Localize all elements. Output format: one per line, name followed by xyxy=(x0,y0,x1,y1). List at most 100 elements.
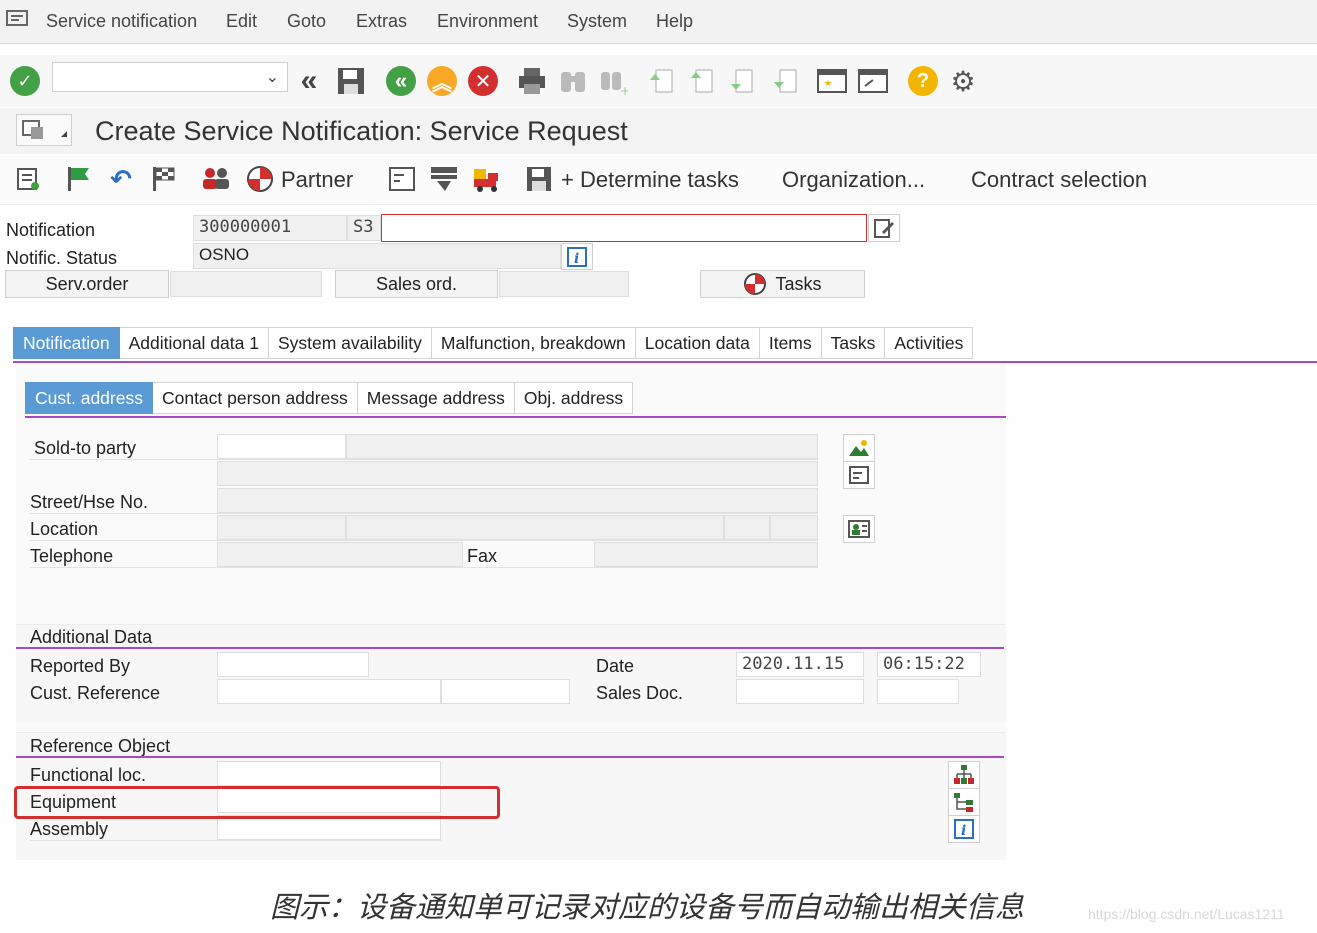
display-picture-icon[interactable] xyxy=(843,434,875,462)
country-field xyxy=(724,515,770,540)
tasks-button-label: Tasks xyxy=(775,273,822,294)
tab-notification[interactable]: Notification xyxy=(13,327,120,359)
tab-activities[interactable]: Activities xyxy=(885,327,974,359)
sales-doc-input[interactable] xyxy=(736,679,864,704)
subtab-cust-address[interactable]: Cust. address xyxy=(25,382,153,414)
tab-tasks[interactable]: Tasks xyxy=(821,327,886,359)
undo-icon[interactable]: ↶ xyxy=(105,163,137,195)
other-object-button[interactable] xyxy=(16,114,72,146)
find-icon[interactable] xyxy=(556,64,590,98)
address-details-icon[interactable] xyxy=(843,461,875,489)
status-field: OSNO xyxy=(193,243,561,269)
previous-page-icon[interactable] xyxy=(686,64,720,98)
find-next-icon[interactable]: + xyxy=(596,64,630,98)
first-page-icon[interactable] xyxy=(644,64,678,98)
sold-to-party-label: Sold-to party xyxy=(34,438,137,458)
tab-items[interactable]: Items xyxy=(759,327,822,359)
watermark: https://blog.csdn.net/Lucas1211 xyxy=(1088,906,1285,922)
tab-malfunction-breakdown[interactable]: Malfunction, breakdown xyxy=(431,327,636,359)
tab-system-availability[interactable]: System availability xyxy=(268,327,432,359)
menu-icon[interactable] xyxy=(6,10,30,28)
green-flag-icon[interactable] xyxy=(62,163,94,195)
organization-button[interactable]: Organization... xyxy=(782,167,925,193)
title-bar: Create Service Notification: Service Req… xyxy=(0,108,1317,154)
sales-doc-label: Sales Doc. xyxy=(596,683,684,703)
back-icon[interactable]: « xyxy=(384,64,418,98)
object-info-icon[interactable]: i xyxy=(948,815,980,843)
sales-ord-button[interactable]: Sales ord. xyxy=(335,270,498,298)
print-icon[interactable] xyxy=(515,64,549,98)
contract-selection-button[interactable]: Contract selection xyxy=(971,167,1147,193)
back-double-icon[interactable]: « xyxy=(292,64,326,98)
menu-help[interactable]: Help xyxy=(656,11,693,32)
command-field[interactable]: ⌄ xyxy=(52,62,288,92)
cancel-icon[interactable]: ✕ xyxy=(466,64,500,98)
sales-doc-item-input[interactable] xyxy=(877,679,959,704)
reference-object-heading: Reference Object xyxy=(30,736,171,756)
partner-icon[interactable] xyxy=(244,163,276,195)
cust-reference-input[interactable] xyxy=(217,679,441,704)
partners-icon[interactable] xyxy=(200,163,232,195)
notification-number-field[interactable]: 300000001 xyxy=(193,215,347,241)
determine-tasks-button[interactable]: + Determine tasks xyxy=(561,167,739,193)
street-label: Street/Hse No. xyxy=(30,492,149,512)
row-divider xyxy=(30,840,441,841)
description-input[interactable] xyxy=(381,214,867,242)
status-info-icon[interactable]: i xyxy=(561,243,593,270)
structure-hierarchy-icon[interactable] xyxy=(948,761,980,789)
structure-list-icon[interactable] xyxy=(948,788,980,816)
menu-goto[interactable]: Goto xyxy=(287,11,326,32)
create-session-icon[interactable] xyxy=(815,64,849,98)
help-icon[interactable]: ? xyxy=(906,64,940,98)
filter-icon[interactable] xyxy=(428,163,460,195)
row-divider xyxy=(30,567,818,568)
serv-order-field[interactable] xyxy=(170,271,322,297)
subtab-contact-person-address[interactable]: Contact person address xyxy=(152,382,358,414)
reference-object-underline xyxy=(16,756,1004,758)
menu-extras[interactable]: Extras xyxy=(356,11,407,32)
svg-text:+: + xyxy=(620,84,628,96)
page-title: Create Service Notification: Service Req… xyxy=(95,116,628,146)
contact-card-icon[interactable] xyxy=(843,515,875,543)
save-template-icon[interactable] xyxy=(523,163,555,195)
telephone-label: Telephone xyxy=(30,546,114,566)
menu-service-notification[interactable]: Service notification xyxy=(46,11,197,32)
chevron-down-icon[interactable]: ⌄ xyxy=(266,67,279,87)
sold-to-party-input[interactable] xyxy=(217,434,346,459)
cust-reference-date-input[interactable] xyxy=(441,679,570,704)
date-input[interactable]: 2020.11.15 xyxy=(736,652,864,677)
notification-type-field[interactable]: S3 xyxy=(347,215,381,241)
subtab-obj-address[interactable]: Obj. address xyxy=(514,382,634,414)
form-icon[interactable] xyxy=(386,163,418,195)
assembly-label: Assembly xyxy=(30,819,109,839)
overview-icon[interactable] xyxy=(12,163,44,195)
partner-button[interactable]: Partner xyxy=(281,167,353,193)
time-input[interactable]: 06:15:22 xyxy=(877,652,981,677)
subtab-message-address[interactable]: Message address xyxy=(357,382,515,414)
delivery-truck-icon[interactable] xyxy=(472,163,504,195)
reported-by-input[interactable] xyxy=(217,652,369,677)
serv-order-button[interactable]: Serv.order xyxy=(5,270,169,298)
checkered-flag-icon[interactable] xyxy=(147,163,179,195)
location-label: Location xyxy=(30,519,99,539)
sales-ord-field[interactable] xyxy=(499,271,629,297)
long-text-edit-icon[interactable] xyxy=(868,214,900,242)
address-subtabs: Cust. address Contact person address Mes… xyxy=(25,382,634,414)
sold-to-party-name-field xyxy=(346,434,818,459)
tab-location-data[interactable]: Location data xyxy=(635,327,760,359)
shortcut-icon[interactable] xyxy=(856,64,890,98)
enter-icon[interactable]: ✓ xyxy=(8,64,42,98)
application-toolbar: ↶ Partner + Determine tasks Organization… xyxy=(0,155,1317,205)
exit-icon[interactable]: ︽ xyxy=(425,64,459,98)
menu-environment[interactable]: Environment xyxy=(437,11,538,32)
tab-additional-data-1[interactable]: Additional data 1 xyxy=(119,327,269,359)
tasks-button[interactable]: Tasks xyxy=(700,270,865,298)
save-icon[interactable] xyxy=(334,64,368,98)
settings-icon[interactable]: ⚙ xyxy=(946,64,980,98)
menu-edit[interactable]: Edit xyxy=(226,11,257,32)
menu-system[interactable]: System xyxy=(567,11,627,32)
functional-loc-input[interactable] xyxy=(217,761,441,786)
last-page-icon[interactable] xyxy=(768,64,802,98)
next-page-icon[interactable] xyxy=(726,64,760,98)
partner-icon xyxy=(744,273,767,295)
